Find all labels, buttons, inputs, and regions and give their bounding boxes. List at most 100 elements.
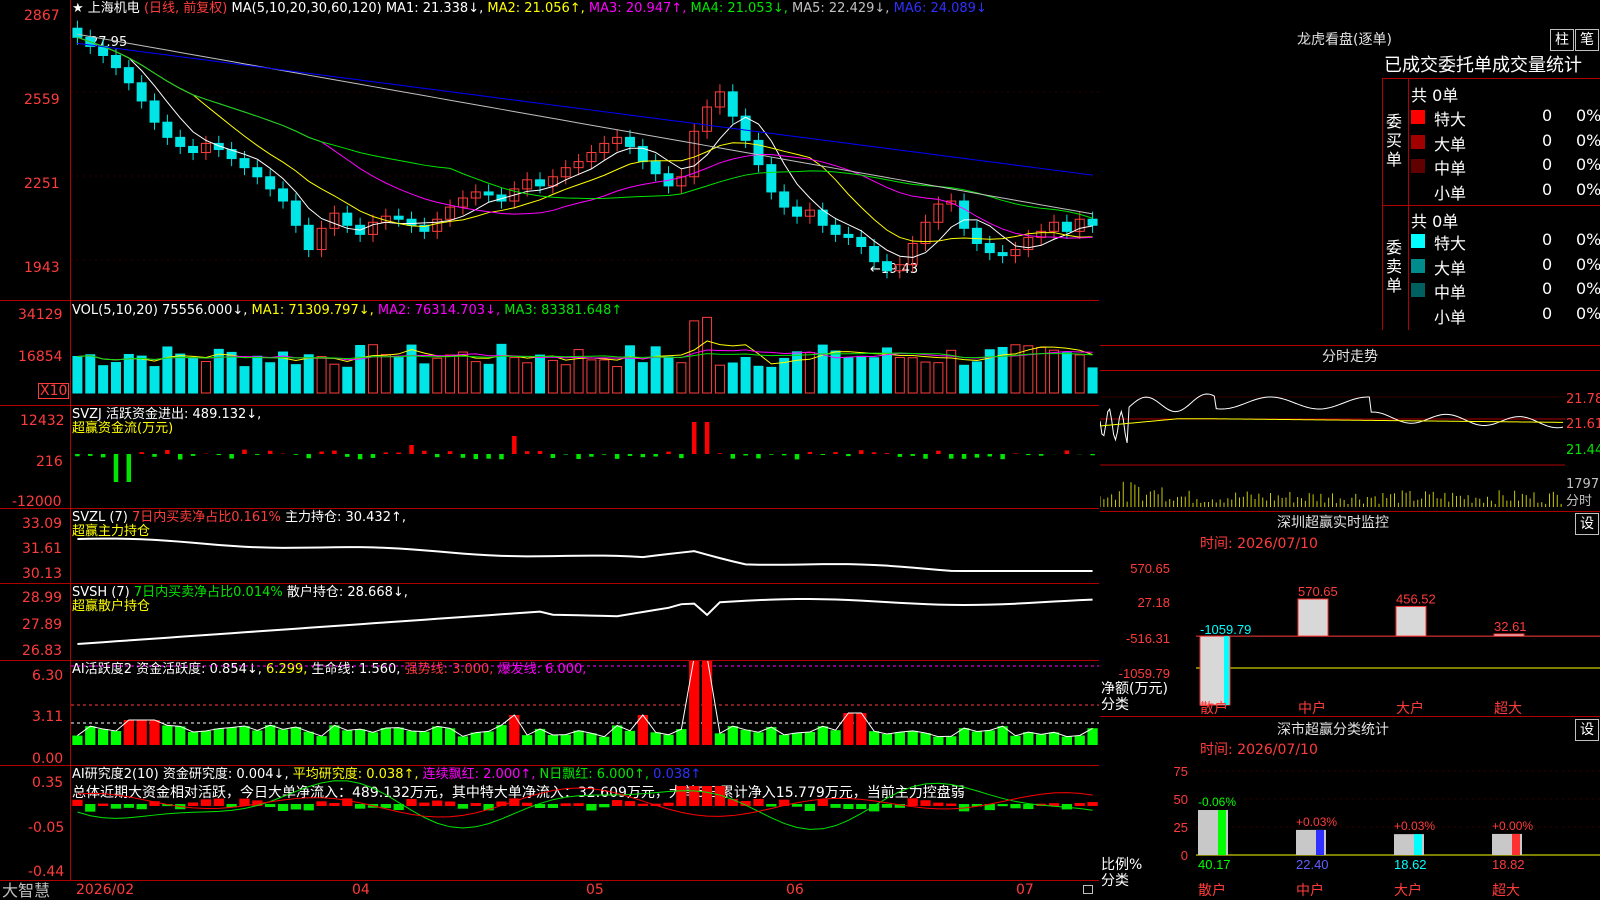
- research-bar: [676, 786, 687, 806]
- net-bar-accent: [1224, 636, 1229, 705]
- volume-bar: [933, 362, 944, 394]
- candle: [483, 191, 494, 196]
- volume-bar: [727, 362, 738, 394]
- activity-bar: [483, 731, 494, 745]
- activity-bar: [252, 730, 263, 745]
- volume-bar: [714, 364, 725, 394]
- research-bar: [354, 804, 366, 809]
- sz-stats-chart[interactable]: 75 50 25 0 -0.06% 40.17 散户 +0.03% 22.40 中户 +0.03% 1…: [1100, 755, 1600, 900]
- activity-bar: [496, 725, 507, 745]
- y-tick: 12432: [20, 413, 65, 429]
- research-bar: [123, 804, 134, 808]
- research-bar: [637, 803, 648, 806]
- row-name: 小单: [1434, 183, 1467, 203]
- ai-research-chart[interactable]: [71, 766, 1099, 880]
- candle: [881, 261, 892, 272]
- row-name: 中单: [1434, 159, 1467, 178]
- delta-label: +0.03%: [1296, 815, 1337, 829]
- value-label: 570.65: [1298, 584, 1338, 599]
- sz-stats-divider: [1100, 716, 1600, 717]
- activity-bar: [380, 727, 391, 745]
- volume-bar: [1061, 352, 1072, 394]
- research-bar: [856, 804, 867, 810]
- volume-bar: [869, 357, 880, 394]
- volume-bar: [470, 361, 481, 394]
- column-mode-button[interactable]: 柱: [1550, 29, 1574, 51]
- activity-bar: [1074, 735, 1085, 745]
- y-tick: 216: [36, 454, 63, 470]
- row-name: 中单: [1434, 283, 1467, 302]
- row-percent: 0%: [1576, 179, 1600, 199]
- candle: [650, 161, 661, 175]
- volume-bar: [406, 344, 417, 394]
- volume-bar: [663, 356, 674, 394]
- y-tick: 30.13: [22, 566, 63, 582]
- sz-stats-settings-button[interactable]: 设: [1575, 719, 1599, 741]
- research-bar: [457, 804, 469, 809]
- sz-monitor-settings-button[interactable]: 设: [1575, 513, 1599, 535]
- y-tick: -0.05: [28, 820, 65, 836]
- avg-research-line: [77, 787, 1093, 818]
- category-label: 大户: [1396, 700, 1424, 715]
- legend-swatch: [1411, 234, 1425, 248]
- price-chart[interactable]: [71, 0, 1099, 300]
- volume-bar: [483, 363, 494, 394]
- candle: [869, 246, 880, 263]
- volume-bar: [1087, 367, 1098, 394]
- sz-stats-xlabel: 分类: [1101, 873, 1129, 889]
- row-count: 0: [1542, 179, 1553, 199]
- value-label: 40.17: [1198, 857, 1231, 872]
- minute-title: 分时走势: [1322, 349, 1378, 365]
- sz-monitor-chart[interactable]: 570.65 27.18 -516.31 -1059.79 -1059.79 散户 570.…: [1100, 555, 1600, 715]
- candle: [123, 67, 134, 84]
- main-holding-chart[interactable]: [71, 509, 1099, 583]
- category-label: 中户: [1296, 882, 1324, 898]
- ai-activity-chart[interactable]: [71, 661, 1099, 765]
- activity-bar: [560, 734, 571, 745]
- volume-bar: [290, 364, 301, 394]
- research-bar: [611, 800, 623, 806]
- row-percent: 0%: [1576, 303, 1600, 323]
- activity-bar: [753, 732, 764, 745]
- volume-bar: [547, 359, 558, 394]
- y-tick: 1943: [24, 260, 60, 276]
- fund-flow-chart[interactable]: [71, 406, 1099, 508]
- volume-bar: [535, 354, 546, 394]
- volume-bar: [457, 351, 468, 394]
- activity-bar: [406, 730, 417, 745]
- volume-bar: [843, 357, 854, 394]
- research-bar: [933, 802, 944, 806]
- volume-bar: [766, 366, 777, 394]
- activity-bar: [97, 729, 109, 745]
- candle: [984, 242, 995, 254]
- category-label: 散户: [1198, 882, 1226, 898]
- volume-chart[interactable]: [71, 301, 1099, 405]
- research-bar: [200, 799, 212, 806]
- main-holding-line: [77, 537, 1093, 572]
- activity-bar: [868, 731, 880, 745]
- activity-bar: [123, 720, 134, 745]
- volume-bar: [894, 356, 905, 394]
- row-name: 特大: [1434, 110, 1467, 129]
- retail-holding-chart[interactable]: [71, 584, 1099, 660]
- research-bar: [406, 798, 417, 806]
- activity-bar: [779, 734, 790, 745]
- activity-bar: [110, 731, 122, 745]
- sz-monitor-divider: [1100, 511, 1600, 512]
- candle: [406, 218, 417, 226]
- research-bar: [791, 804, 803, 807]
- y-tick: 75: [1174, 764, 1188, 779]
- tick-mode-button[interactable]: 笔: [1575, 29, 1599, 51]
- x-tick: 2026/02: [76, 882, 135, 898]
- minute-chart[interactable]: [1100, 371, 1565, 510]
- activity-bar: [830, 730, 841, 745]
- ma4-line: [77, 36, 1093, 219]
- row-count: 0: [1542, 155, 1553, 174]
- delta-label: +0.00%: [1492, 819, 1533, 833]
- sz-stats-title: 深市超赢分类统计: [1277, 722, 1389, 738]
- activity-bar: [547, 734, 559, 745]
- candle: [997, 252, 1008, 257]
- volume-bar: [123, 354, 134, 394]
- activity-bar: [714, 733, 726, 745]
- sz-monitor-xlabel: 分类: [1101, 697, 1129, 713]
